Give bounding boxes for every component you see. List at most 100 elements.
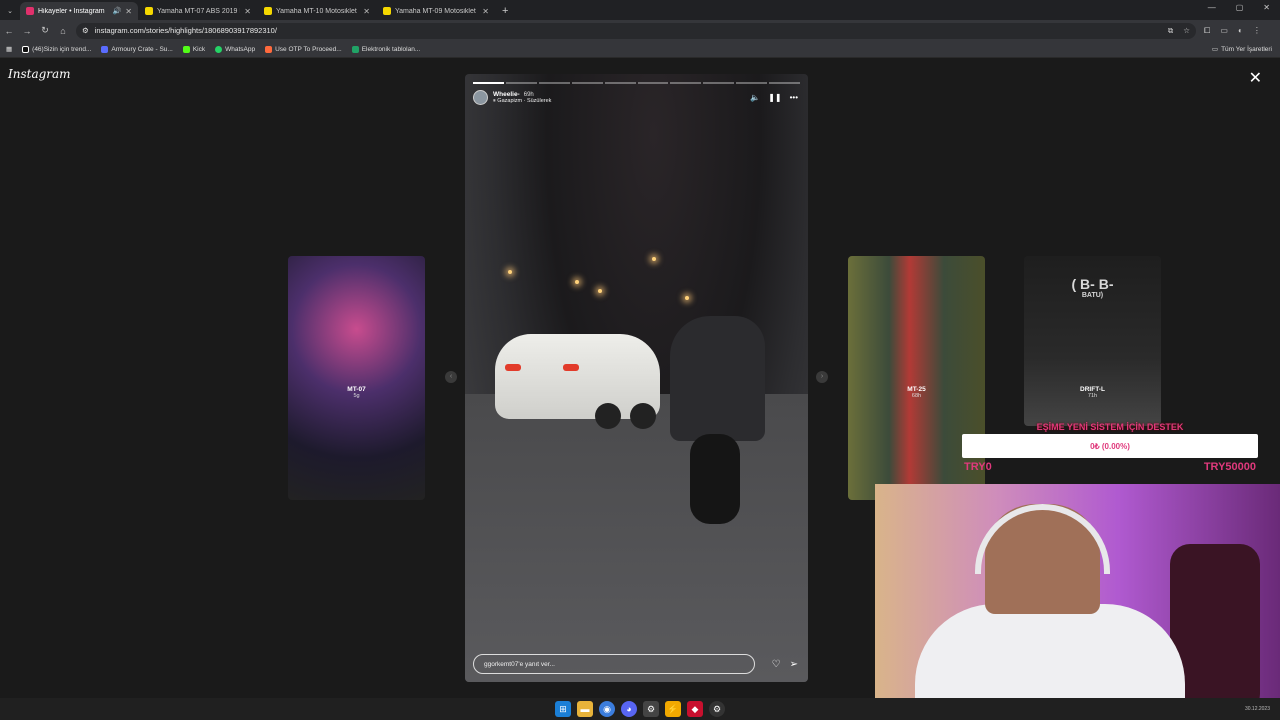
streetlight	[598, 289, 602, 293]
tab-mt07[interactable]: Yamaha MT-07 ABS 2019 Model ✕	[139, 2, 257, 20]
more-options-icon[interactable]: •••	[790, 93, 798, 102]
send-icon[interactable]: ➢	[790, 659, 798, 670]
bookmark-item[interactable]: Kick	[182, 45, 206, 53]
next-story-icon[interactable]: ›	[816, 371, 828, 383]
avatar[interactable]	[473, 90, 488, 105]
instagram-logo[interactable]: Instagram	[8, 67, 71, 81]
chrome-icon[interactable]: ◉	[599, 701, 615, 717]
instagram-stories-page: Instagram ✕ MT-07 5g ‹ Wheelie- 69h ⏸ Gaza…	[0, 58, 1280, 711]
highlight-age: 71h	[1087, 393, 1098, 399]
taillight	[563, 364, 579, 371]
like-heart-icon[interactable]: ♡	[772, 659, 781, 670]
tab-search-icon[interactable]: ⌄	[0, 2, 20, 20]
forward-icon[interactable]: →	[18, 26, 36, 36]
speaker-icon: 🔊	[112, 8, 122, 15]
progress-segment	[571, 82, 603, 84]
apps-icon[interactable]: ▦	[6, 45, 12, 53]
app-icon[interactable]: ◆	[687, 701, 703, 717]
close-window-icon[interactable]: ✕	[1263, 3, 1270, 12]
settings-icon[interactable]: ⚙	[709, 701, 725, 717]
close-tab-icon[interactable]: ✕	[363, 7, 370, 16]
bookmark-item[interactable]: Armoury Crate - Su...	[101, 45, 173, 53]
tray-date: 30.12.2023	[1244, 706, 1270, 712]
previous-story-icon[interactable]: ‹	[445, 371, 457, 383]
all-bookmarks-label: Tüm Yer İşaretleri	[1221, 45, 1272, 53]
streetlight	[652, 257, 656, 261]
donation-max: TRY50000	[1203, 461, 1256, 473]
tiktok-icon	[22, 45, 30, 53]
close-tab-icon[interactable]: ✕	[244, 7, 251, 16]
bookmark-star-icon[interactable]: ☆	[1183, 26, 1190, 36]
progress-segment	[505, 82, 537, 84]
home-icon[interactable]: ⌂	[54, 26, 72, 36]
new-tab-button[interactable]: +	[496, 2, 514, 20]
discord-icon[interactable]: ◕	[621, 701, 637, 717]
address-bar[interactable]: ⚙ instagram.com/stories/highlights/18068…	[76, 22, 1196, 39]
story-username[interactable]: Wheelie- 69h	[493, 91, 551, 98]
tab-label: Yamaha MT-10 Motosiklet Fiyatları	[276, 7, 359, 15]
tab-mt09[interactable]: Yamaha MT-09 Motosiklet Fiyatları ✕	[377, 2, 495, 20]
webcam-overlay	[875, 484, 1280, 711]
site-favicon-icon	[145, 7, 153, 15]
profile-icon[interactable]: ◐	[1238, 26, 1243, 36]
site-info-icon[interactable]: ⚙	[82, 26, 89, 35]
tab-instagram[interactable]: Hikayeler • Instagram 🔊 ✕	[20, 2, 138, 20]
back-icon[interactable]: ←	[0, 26, 18, 36]
progress-segment	[703, 82, 735, 84]
bookmark-label: Kick	[192, 45, 206, 53]
all-bookmarks[interactable]: ▭ Tüm Yer İşaretleri	[1211, 45, 1272, 54]
close-tab-icon[interactable]: ✕	[482, 7, 489, 16]
highlight-thumbnail-drift[interactable]: ( B- B- BATU) DRIFT-L 71h	[1024, 256, 1161, 426]
story-viewer[interactable]: Wheelie- 69h ⏸ Gazapizm · Süzülerek 🔈 ❚❚ …	[465, 74, 808, 682]
story-header: Wheelie- 69h ⏸ Gazapizm · Süzülerek	[473, 90, 551, 105]
bookmark-item[interactable]: Use OTP To Proceed...	[265, 45, 342, 53]
pause-icon[interactable]: ❚❚	[768, 93, 781, 102]
tab-label: Hikayeler • Instagram	[38, 7, 105, 15]
whatsapp-icon	[215, 45, 223, 53]
highlight-thumbnail-mt07[interactable]: MT-07 5g	[288, 256, 425, 500]
sheets-icon	[351, 45, 359, 53]
story-progress	[473, 82, 801, 84]
start-icon[interactable]: ⊞	[555, 701, 571, 717]
bookmark-item[interactable]: Elektronik tablolan...	[351, 45, 421, 53]
tab-label: Yamaha MT-07 ABS 2019 Model	[157, 7, 240, 15]
progress-segment	[736, 82, 768, 84]
steam-icon[interactable]: ⚙	[643, 701, 659, 717]
volume-icon[interactable]: 🔈	[750, 93, 760, 102]
extensions-icon[interactable]: ⧠	[1204, 26, 1210, 36]
progress-segment	[604, 82, 636, 84]
close-stories-icon[interactable]: ✕	[1249, 68, 1262, 88]
close-tab-icon[interactable]: ✕	[125, 7, 132, 16]
streamer-shirt	[915, 604, 1185, 711]
bookmark-label: (46)Sizin için trend...	[32, 45, 92, 53]
minimize-icon[interactable]: —	[1208, 3, 1216, 12]
white-car	[495, 334, 660, 429]
donation-title: EŞİME YENİ SİSTEM İÇİN DESTEK	[1036, 422, 1184, 432]
menu-icon[interactable]: ⋮	[1253, 26, 1261, 36]
reply-actions: ♡ ➢	[772, 659, 798, 670]
bookmark-item[interactable]: (46)Sizin için trend...	[22, 45, 92, 53]
highlight-overlay-text: BATU)	[1081, 292, 1104, 299]
progress-segment	[670, 82, 702, 84]
kick-icon	[182, 45, 190, 53]
sidepanel-icon[interactable]: ▭	[1220, 26, 1228, 36]
story-music[interactable]: ⏸ Gazapizm · Süzülerek	[493, 98, 551, 105]
site-favicon-icon	[383, 7, 391, 15]
bookmark-item[interactable]: WhatsApp	[215, 45, 255, 53]
reply-input[interactable]: ggorkemt07'e yanıt ver...	[473, 654, 755, 674]
highlight-title: DRIFT-L 71h	[1024, 386, 1161, 399]
maximize-icon[interactable]: ▢	[1236, 3, 1244, 12]
headset	[975, 504, 1110, 574]
highlight-age: 68h	[911, 393, 922, 399]
taillight	[505, 364, 521, 371]
install-icon[interactable]: ⧉	[1168, 26, 1173, 36]
tab-mt10[interactable]: Yamaha MT-10 Motosiklet Fiyatları ✕	[258, 2, 376, 20]
bookmark-label: Elektronik tablolan...	[361, 45, 421, 53]
streetlight	[575, 280, 579, 284]
bookmark-label: Armoury Crate - Su...	[111, 45, 173, 53]
file-explorer-icon[interactable]: ▬	[577, 701, 593, 717]
window-controls: — ▢ ✕	[1208, 3, 1270, 12]
folder-icon: ▭	[1211, 46, 1219, 53]
app-icon[interactable]: ⚡	[665, 701, 681, 717]
reload-icon[interactable]: ↻	[36, 25, 54, 36]
